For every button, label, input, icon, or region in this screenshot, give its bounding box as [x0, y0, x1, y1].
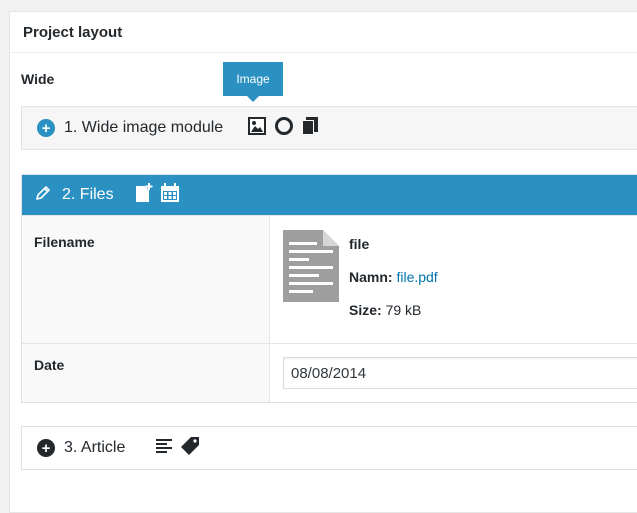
- copy-icon[interactable]: [301, 116, 319, 141]
- module-wide-image[interactable]: + 1. Wide image module: [21, 106, 637, 150]
- module-tools: [240, 116, 319, 141]
- tooltip-text: Image: [236, 72, 270, 86]
- module-title: 3. Article: [64, 439, 126, 456]
- date-input[interactable]: [283, 357, 637, 389]
- module-title: 1. Wide image module: [64, 119, 224, 136]
- image-tooltip: Image: [223, 62, 283, 102]
- filename-label-cell: Filename: [22, 216, 270, 344]
- plus-circle-icon[interactable]: +: [37, 439, 55, 457]
- date-row: Date: [22, 343, 637, 402]
- align-left-icon[interactable]: [155, 437, 173, 460]
- files-header[interactable]: 2. Files: [22, 175, 637, 215]
- calendar-icon[interactable]: [160, 182, 180, 208]
- module-article[interactable]: + 3. Article: [21, 426, 637, 470]
- filename-row: Filename file Namn: file.pdf Size: 79 kB: [22, 215, 637, 344]
- plus-circle-icon[interactable]: +: [37, 119, 55, 137]
- file-link[interactable]: file.pdf: [396, 269, 437, 285]
- file-size-line: Size: 79 kB: [349, 302, 421, 318]
- circle-outline-icon[interactable]: [274, 116, 294, 141]
- file-namn-line: Namn: file.pdf: [349, 269, 438, 285]
- panel-title: Project layout: [23, 23, 123, 41]
- module-files: 2. Files Filename file Namn: file.pdf Si…: [21, 174, 637, 403]
- file-add-icon[interactable]: [135, 182, 153, 208]
- namn-label: Namn:: [349, 269, 393, 285]
- panel-header: Project layout: [10, 12, 637, 53]
- module-tools: [128, 182, 180, 208]
- size-value: 79 kB: [385, 302, 422, 318]
- image-icon[interactable]: [247, 116, 267, 141]
- tag-icon[interactable]: [180, 436, 200, 461]
- date-label: Date: [34, 357, 65, 373]
- document-icon: [283, 230, 339, 307]
- filename-label: Filename: [34, 234, 95, 250]
- module-title: 2. Files: [62, 186, 114, 203]
- module-tools: [148, 436, 200, 461]
- pencil-icon[interactable]: [34, 184, 52, 207]
- date-label-cell: Date: [22, 344, 270, 402]
- section-label-wide: Wide: [21, 71, 55, 87]
- size-label: Size:: [349, 302, 382, 318]
- file-name: file: [349, 236, 370, 252]
- project-layout-panel: Project layout Wide + 1. Wide image modu…: [9, 11, 637, 513]
